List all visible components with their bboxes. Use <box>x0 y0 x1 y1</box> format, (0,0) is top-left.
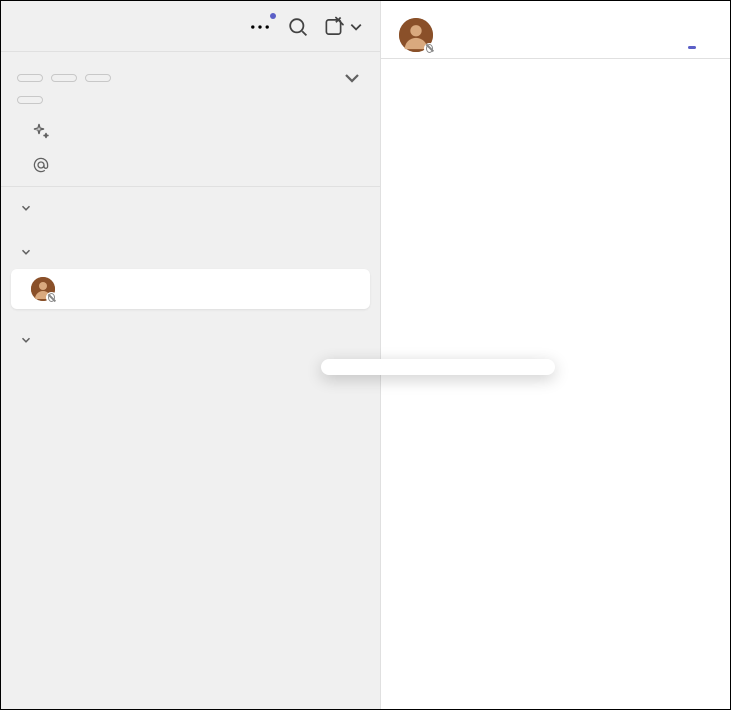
mention-icon <box>31 155 51 175</box>
divider <box>1 186 380 187</box>
presence-offline-icon <box>424 43 435 54</box>
filter-pill-channels[interactable] <box>85 74 111 82</box>
filter-row-2 <box>1 96 380 114</box>
chat-item-megan[interactable] <box>11 269 370 309</box>
filter-pill-unread[interactable] <box>17 74 43 82</box>
tab-chat[interactable] <box>688 22 696 48</box>
filter-pill-unmuted[interactable] <box>51 74 77 82</box>
compose-button[interactable] <box>324 15 362 39</box>
context-menu <box>321 359 555 375</box>
header-avatar[interactable] <box>399 18 433 52</box>
sidebar-actions <box>248 15 362 39</box>
nav-discover[interactable] <box>1 114 380 148</box>
filter-row <box>1 52 380 96</box>
more-options-button[interactable] <box>248 15 272 39</box>
filter-pill-chats[interactable] <box>17 96 43 104</box>
section-chats[interactable] <box>1 235 380 269</box>
chevron-down-icon <box>19 333 33 347</box>
main-panel <box>381 1 730 709</box>
search-button[interactable] <box>286 15 310 39</box>
chevron-down-icon <box>19 201 33 215</box>
section-teams[interactable] <box>1 323 380 357</box>
main-header <box>381 1 730 59</box>
section-favorites[interactable] <box>1 191 380 225</box>
sparkle-icon <box>31 121 51 141</box>
avatar <box>31 277 55 301</box>
filter-expand-button[interactable] <box>340 66 364 90</box>
notification-dot-icon <box>270 13 276 19</box>
nav-mentions[interactable] <box>1 148 380 182</box>
sidebar <box>1 1 381 709</box>
tab-shared[interactable] <box>708 22 716 48</box>
presence-offline-icon <box>46 292 57 303</box>
sidebar-header <box>1 1 380 52</box>
chevron-down-icon <box>19 245 33 259</box>
